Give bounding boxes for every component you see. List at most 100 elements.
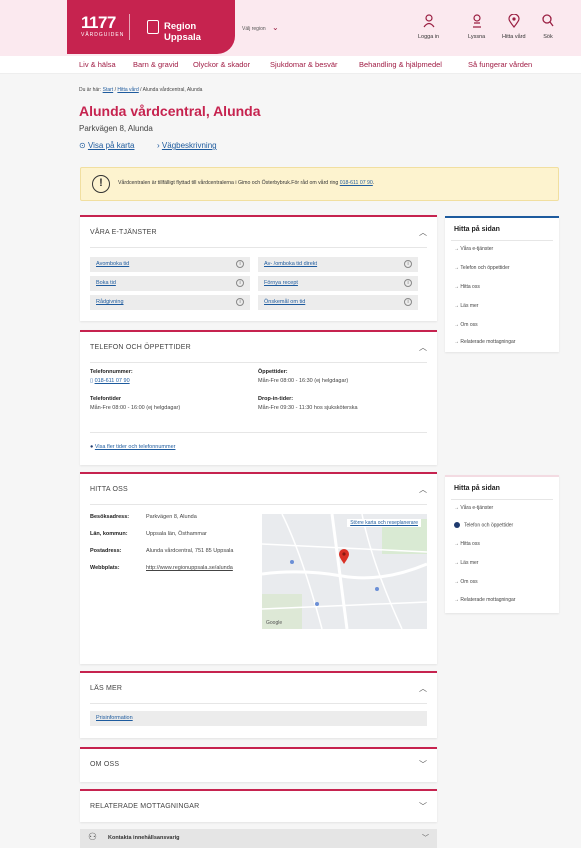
sidebar-item-phone[interactable]: → Telefon och öppettider [454,265,510,271]
phone-number[interactable]: ▯ 018-611 07 90 [90,378,130,384]
notice-text: Vårdcentralen är tillfälligt flyttad til… [118,180,374,186]
larger-map-link[interactable]: Större karta och reseplanerare [347,519,421,527]
chevron-up-icon[interactable]: ︿ [419,227,427,238]
listen-button[interactable]: Lyssna [468,14,485,40]
eservice-radgivning[interactable]: Rådgivning i [90,295,250,310]
eservice-label: Förnya recept [264,280,298,286]
site-header: 1177 VÅRDGUIDEN Region Uppsala Välj regi… [0,0,581,56]
website-link[interactable]: http://www.regionuppsala.se/alunda [146,565,233,571]
sidebar-item-related[interactable]: → Relaterade mottagningar [454,339,515,345]
info-icon[interactable]: i [236,260,244,268]
notice-phone-link[interactable]: 018-611 07 90 [340,180,373,186]
info-icon[interactable]: i [236,298,244,306]
county-value: Uppsala län, Östhammar [146,531,207,537]
sidebar-item-related[interactable]: → Relaterade mottagningar [454,597,515,603]
nav-item-sjukdomar[interactable]: Sjukdomar & besvär [270,60,338,69]
contact-owner-label: Kontakta innehållsansvarig [108,835,180,841]
visit-address-label: Besöksadress: [90,514,130,520]
more-times-link[interactable]: ● Visa fler tider och telefonnummer [90,444,175,450]
nav-item-behandling[interactable]: Behandling & hjälpmedel [359,60,442,69]
county-label: Län, kommun: [90,531,128,537]
person-icon [418,14,439,31]
website-label: Webbplats: [90,565,120,571]
chevron-down-icon[interactable]: ﹀ [422,833,429,843]
route-label: Vägbeskrivning [161,141,217,150]
chevron-up-icon[interactable]: ︿ [419,683,427,694]
eservices-title[interactable]: VÅRA E-TJÄNSTER [90,229,157,236]
region-select-label[interactable]: Välj region [242,26,266,32]
sidebar-item-eservices[interactable]: → Våra e-tjänster [454,505,493,511]
more-times-label: Visa fler tider och telefonnummer [94,444,176,450]
divider [90,362,427,363]
divider [451,499,553,500]
page-title: Alunda vårdcentral, Alunda [79,103,261,119]
breadcrumb-start[interactable]: Start [103,87,114,93]
read-more-card: LÄS MER ︿ Prisinformation [80,671,437,738]
location-icon: ⊙ [79,141,86,150]
notice-message: Vårdcentralen är tillfälligt flyttad til… [118,180,339,186]
notice-banner: ! Vårdcentralen är tillfälligt flyttad t… [80,167,559,201]
info-icon[interactable]: i [404,260,412,268]
read-more-title[interactable]: LÄS MER [90,685,122,692]
dropin-value: Mån-Fre 09:30 - 11:30 hos sjuksköterska [258,405,358,411]
eservice-boka-tid[interactable]: Boka tid i [90,276,250,291]
phone-number-value: 018-611 07 90 [94,378,130,384]
phone-icon: ▯ [90,378,94,384]
sidebar-title: Hitta på sidan [454,226,500,233]
find-care-label: Hitta vård [502,34,526,40]
price-info-link[interactable]: Prisinformation [90,711,427,726]
sidebar-item-find[interactable]: → Hitta oss [454,284,480,290]
sidebar-item-read-more[interactable]: → Läs mer [454,303,478,309]
phone-title[interactable]: TELEFON OCH ÖPPETTIDER [90,344,191,351]
find-us-title[interactable]: HITTA OSS [90,486,128,493]
page-nav-sidebar-sticky: Hitta på sidan → Våra e-tjänster Telefon… [445,475,559,613]
route-link[interactable]: › Vägbeskrivning [157,141,217,150]
sidebar-item-phone-active[interactable]: Telefon och öppettider [454,522,513,528]
divider [90,432,427,433]
chevron-down-icon[interactable]: ﹀ [419,801,427,812]
search-button[interactable]: Sök [542,14,554,40]
chevron-down-icon[interactable]: ﹀ [419,759,427,770]
search-icon [542,14,554,31]
listen-label: Lyssna [468,34,486,40]
listen-icon [468,14,485,31]
google-label: Google [266,620,283,626]
chevron-up-icon[interactable]: ︿ [419,484,427,495]
login-button[interactable]: Logga in [418,14,439,40]
show-on-map-link[interactable]: ⊙ Visa på karta [79,141,134,150]
nav-item-olyckor[interactable]: Olyckor & skador [193,60,250,69]
eservice-label: Rådgivning [96,299,124,305]
map-widget[interactable]: Större karta och reseplanerare Google [262,514,427,629]
breadcrumb-hitta-vard[interactable]: Hitta vård [117,87,138,93]
contact-owner-row[interactable]: ⚇ Kontakta innehållsansvarig ﹀ [80,829,437,848]
nav-item-barn-gravid[interactable]: Barn & gravid [133,60,178,69]
about-card[interactable]: OM OSS ﹀ [80,747,437,782]
info-icon[interactable]: i [404,279,412,287]
eservice-avomboka-direkt[interactable]: Av- /omboka tid direkt i [258,257,418,272]
info-icon[interactable]: i [404,298,412,306]
info-icon[interactable]: i [236,279,244,287]
find-care-button[interactable]: Hitta vård [502,13,526,40]
chevron-up-icon[interactable]: ︿ [419,342,427,353]
sidebar-item-about[interactable]: → Om oss [454,322,478,328]
phone-hours-label: Telefontider [90,396,122,402]
chevron-right-icon: › [157,141,160,150]
sidebar-item-find[interactable]: → Hitta oss [454,541,480,547]
sidebar-item-eservices[interactable]: → Våra e-tjänster [454,246,493,252]
people-icon: ⚇ [88,832,97,843]
logo-block[interactable]: 1177 VÅRDGUIDEN Region Uppsala [67,0,235,54]
breadcrumb-current: Alunda vårdcentral, Alunda [142,87,203,93]
sidebar-item-read-more[interactable]: → Läs mer [454,560,478,566]
divider [451,240,553,241]
related-card[interactable]: RELATERADE MOTTAGNINGAR ﹀ [80,789,437,822]
nav-item-liv-halsa[interactable]: Liv & hälsa [79,60,116,69]
eservice-fornya-recept[interactable]: Förnya recept i [258,276,418,291]
sidebar-item-about[interactable]: → Om oss [454,579,478,585]
map-graphic [262,514,427,629]
visit-address-value: Parkvägen 8, Alunda [146,514,197,520]
chevron-down-icon[interactable]: ⌄ [272,23,279,32]
nav-item-sa-fungerar[interactable]: Så fungerar vården [468,60,532,69]
post-address-label: Postadress: [90,548,122,554]
eservice-onskemal[interactable]: Önskemål om tid i [258,295,418,310]
eservice-avomboka[interactable]: Avomboka tid i [90,257,250,272]
